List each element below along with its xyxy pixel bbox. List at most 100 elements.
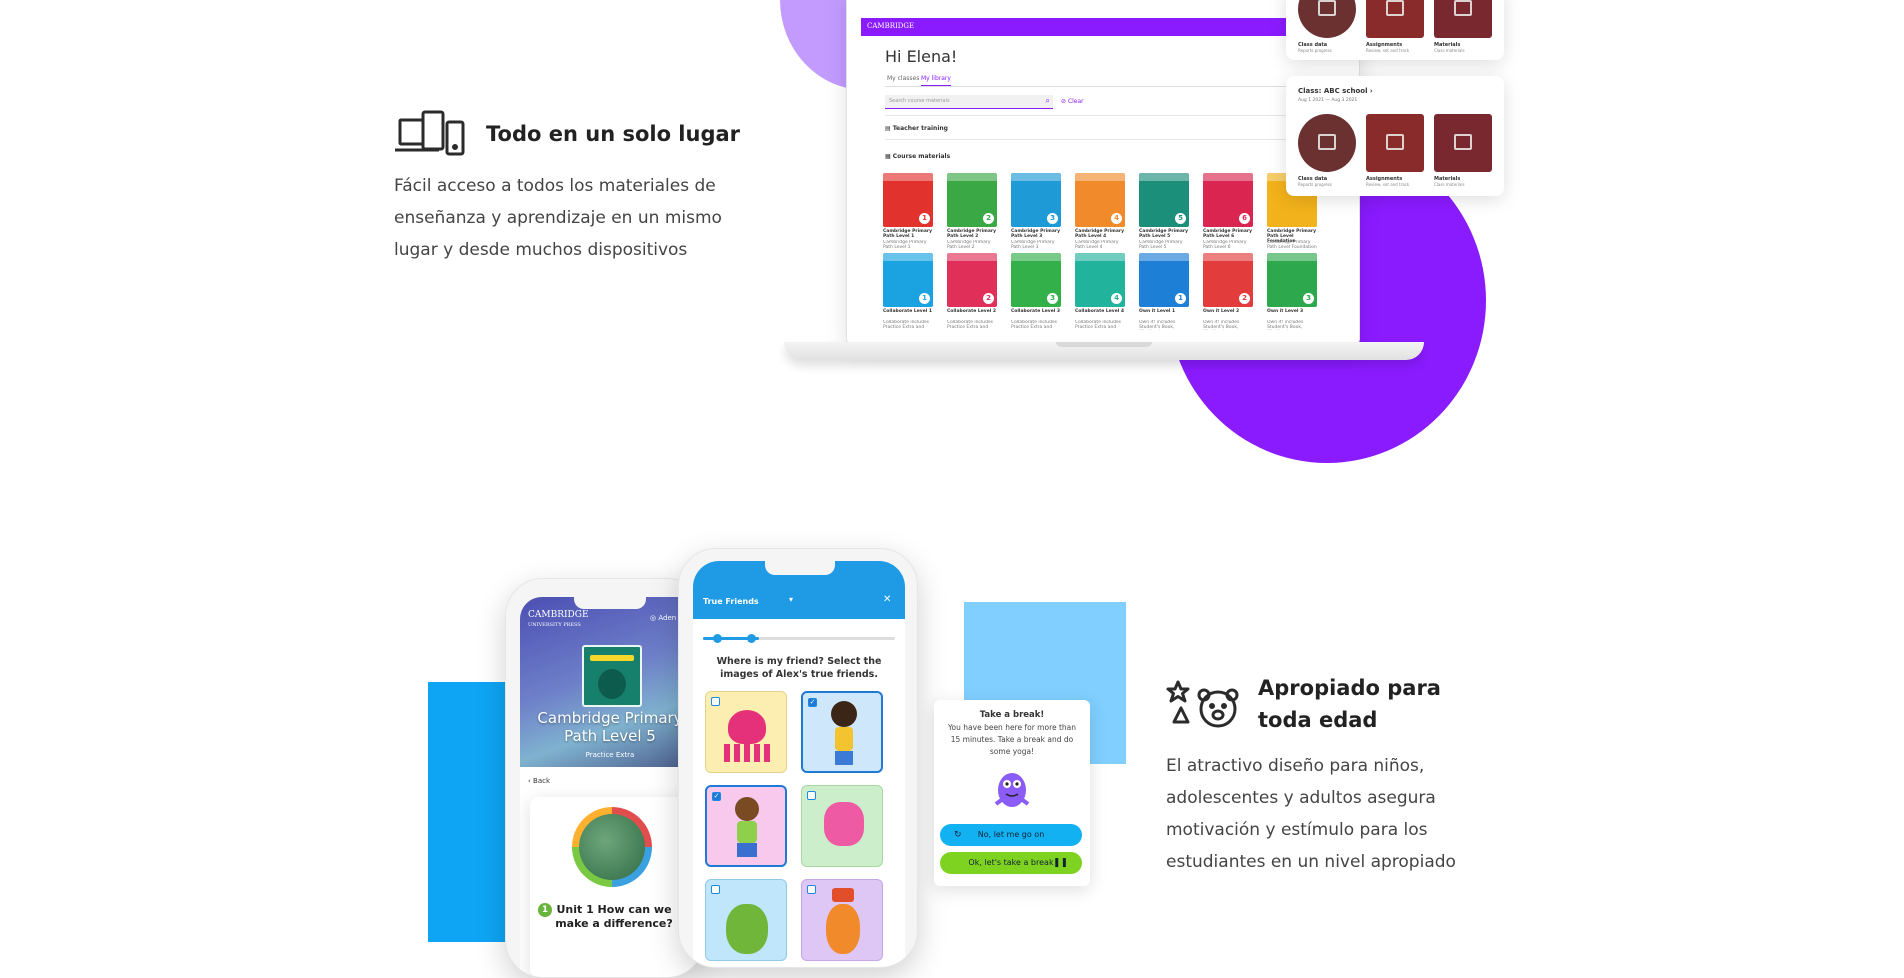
close-icon[interactable]: ✕ bbox=[883, 594, 891, 605]
option-card-selected[interactable]: ✓ bbox=[705, 785, 787, 867]
book-subtitle: Own it! includes Student's Book, Workboo… bbox=[1267, 320, 1304, 330]
book-cover[interactable]: 3 bbox=[1011, 173, 1061, 227]
feature-desc-all-ages: El atractivo diseño para niños, adolesce… bbox=[1166, 756, 1456, 872]
laptop-screen: CAMBRIDGE Hi Elena! My classes My librar… bbox=[846, 0, 1360, 345]
search-placeholder: Search course materials bbox=[889, 98, 950, 104]
book-title: Cambridge Primary Path Level 2 bbox=[947, 229, 997, 239]
phone-right-notch bbox=[765, 561, 835, 575]
checkbox-checked[interactable]: ✓ bbox=[712, 792, 721, 801]
book-title: Cambridge Primary Path Level 4 bbox=[1075, 229, 1125, 239]
unit-card[interactable]: 1 Unit 1 How can we make a difference? bbox=[530, 797, 700, 977]
book-title: Cambridge Primary Path Level 6 bbox=[1203, 229, 1253, 239]
book-cover[interactable]: 1 bbox=[883, 253, 933, 307]
book-cover[interactable]: 2 bbox=[947, 253, 997, 307]
level-badge: 1 bbox=[1175, 293, 1186, 304]
laptop-notch bbox=[1056, 342, 1152, 347]
class-tile[interactable] bbox=[1366, 0, 1424, 38]
continue-button[interactable]: ↻ No, let me go on bbox=[940, 824, 1082, 846]
class-tile[interactable] bbox=[1298, 0, 1356, 38]
tab-my-library[interactable]: My library bbox=[921, 75, 951, 86]
book-subtitle: Cambridge Primary Path Level 3 bbox=[1011, 240, 1055, 250]
book-cover[interactable]: 6 bbox=[1203, 173, 1253, 227]
tile-subtitle: Review, set and track bbox=[1366, 182, 1410, 187]
class-card-abc[interactable]: Class: ABC school › Aug 1 2021 — Aug 3 2… bbox=[1286, 76, 1504, 196]
option-card[interactable] bbox=[801, 879, 883, 961]
divider bbox=[885, 139, 1305, 140]
tile-icon bbox=[1386, 0, 1404, 16]
back-link[interactable]: ‹ Back bbox=[528, 777, 550, 785]
feature-title-all-ages: Apropiado para toda edad bbox=[1258, 676, 1441, 732]
class-card-title-text: Class: ABC school bbox=[1298, 87, 1368, 95]
book-subtitle: Cambridge Primary Path Level 2 bbox=[947, 240, 991, 250]
course-title: Cambridge Primary Path Level 5 bbox=[537, 709, 683, 745]
unit-number-badge: 1 bbox=[538, 903, 552, 917]
book-cover[interactable]: 3 bbox=[1267, 253, 1317, 307]
unit-image bbox=[572, 807, 652, 887]
phone-left: CAMBRIDGE UNIVERSITY PRESS ◎ Aden Cambri… bbox=[505, 578, 705, 978]
search-input[interactable]: Search course materials ⌕ bbox=[885, 95, 1053, 109]
book-title: Collaborate Level 2 bbox=[947, 309, 996, 314]
option-card[interactable] bbox=[705, 879, 787, 961]
course-cover bbox=[582, 645, 642, 707]
book-cover[interactable]: 1 bbox=[1139, 253, 1189, 307]
class-tile[interactable] bbox=[1298, 114, 1356, 172]
level-badge: 1 bbox=[919, 213, 930, 224]
monster-illustration bbox=[990, 764, 1034, 810]
checkbox[interactable] bbox=[711, 697, 720, 706]
take-break-button[interactable]: Ok, let's take a break ❚❚ bbox=[940, 852, 1082, 874]
book-title: Own it Level 2 bbox=[1203, 309, 1240, 314]
book-cover[interactable]: 2 bbox=[947, 173, 997, 227]
book-cover[interactable]: 4 bbox=[1075, 253, 1125, 307]
book-subtitle: Collaborate includes Practice Extra and bbox=[1075, 320, 1121, 330]
book-subtitle: Cambridge Primary Path Level 4 bbox=[1075, 240, 1119, 250]
level-badge: 5 bbox=[1175, 213, 1186, 224]
devices-icon bbox=[394, 110, 472, 156]
book-subtitle: Cambridge Primary Path Level 1 bbox=[883, 240, 927, 250]
teacher-training-label: Teacher training bbox=[892, 125, 948, 132]
take-break-label: Ok, let's take a break bbox=[968, 858, 1054, 867]
back-label: Back bbox=[533, 777, 551, 785]
level-badge: 2 bbox=[983, 293, 994, 304]
book-cover[interactable]: 2 bbox=[1203, 253, 1253, 307]
option-card-selected[interactable]: ✓ bbox=[801, 691, 883, 773]
option-card[interactable] bbox=[705, 691, 787, 773]
brand-sub: UNIVERSITY PRESS bbox=[528, 622, 581, 628]
book-cover[interactable]: 5 bbox=[1139, 173, 1189, 227]
class-card-title[interactable]: Class: ABC school › bbox=[1298, 87, 1373, 95]
progress-track bbox=[703, 634, 895, 643]
class-tile[interactable] bbox=[1434, 0, 1492, 38]
clear-button[interactable]: ⊘ Clear bbox=[1061, 98, 1084, 105]
option-card[interactable] bbox=[801, 785, 883, 867]
feature-desc-one-place: Fácil acceso a todos los materiales de e… bbox=[394, 176, 722, 260]
level-badge: 3 bbox=[1303, 293, 1314, 304]
class-tile[interactable] bbox=[1366, 114, 1424, 172]
teacher-training-link[interactable]: ▤ Teacher training bbox=[885, 125, 948, 132]
search-icon[interactable]: ⌕ bbox=[1046, 96, 1050, 106]
checkbox[interactable] bbox=[807, 885, 816, 894]
checkbox-checked[interactable]: ✓ bbox=[808, 698, 817, 707]
book-subtitle: Cambridge Primary Path Level Foundation bbox=[1267, 240, 1317, 250]
class-card-top[interactable]: Class data Reports progress Assignments Rev… bbox=[1286, 0, 1504, 60]
tile-icon bbox=[1386, 134, 1404, 150]
tile-icon bbox=[1318, 134, 1336, 150]
checkbox[interactable] bbox=[807, 791, 816, 800]
feature-title-one-place: Todo en un solo lugar bbox=[486, 122, 741, 146]
book-subtitle: Collaborate includes Practice Extra and bbox=[883, 320, 929, 330]
pause-icon: ❚❚ bbox=[1052, 858, 1068, 868]
tile-subtitle: Reports progress bbox=[1298, 48, 1332, 53]
book-subtitle: Collaborate includes Practice Extra and bbox=[947, 320, 993, 330]
class-tile[interactable] bbox=[1434, 114, 1492, 172]
user-menu[interactable]: ◎ Aden bbox=[650, 614, 676, 622]
unit-title: Unit 1 How can we make a difference? bbox=[555, 903, 673, 930]
book-cover[interactable]: 1 bbox=[883, 173, 933, 227]
greeting: Hi Elena! bbox=[885, 47, 958, 66]
book-title: Cambridge Primary Path Level 5 bbox=[1139, 229, 1189, 239]
level-badge: 4 bbox=[1111, 293, 1122, 304]
book-cover[interactable]: 4 bbox=[1075, 173, 1125, 227]
tab-my-classes[interactable]: My classes bbox=[887, 75, 919, 82]
phone-left-screen: CAMBRIDGE UNIVERSITY PRESS ◎ Aden Cambri… bbox=[520, 597, 700, 977]
checkbox[interactable] bbox=[711, 885, 720, 894]
chevron-down-icon[interactable]: ▾ bbox=[789, 595, 793, 604]
book-cover[interactable]: 3 bbox=[1011, 253, 1061, 307]
tile-subtitle: Reports progress bbox=[1298, 182, 1332, 187]
